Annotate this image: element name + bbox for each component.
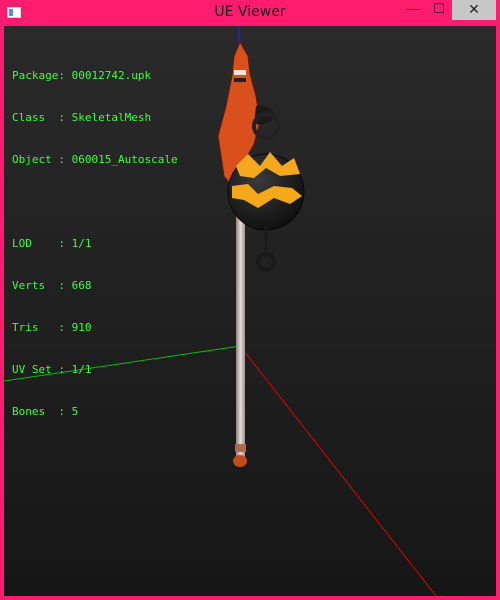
3d-viewport[interactable]: Package: 00012742.upk Class : SkeletalMe…: [4, 26, 496, 596]
staff-shaft: [236, 216, 245, 461]
axis-x-line: [239, 345, 437, 596]
maximize-button[interactable]: ☐: [426, 0, 452, 20]
head-band-1: [234, 70, 246, 75]
minimize-button[interactable]: —: [400, 0, 426, 20]
staff-butt: [233, 455, 247, 467]
orb-pendant-ring: [256, 252, 276, 272]
title-bar[interactable]: UE Viewer — ☐ ✕: [0, 0, 500, 26]
verts-value: 668: [71, 279, 92, 292]
package-value: 00012742.upk: [71, 69, 152, 82]
close-button[interactable]: ✕: [452, 0, 496, 20]
app-window: UE Viewer — ☐ ✕ Package: 00012742.upk Cl…: [0, 0, 500, 600]
mesh-info-panel: Package: 00012742.upk Class : SkeletalMe…: [12, 41, 178, 447]
package-label: Package:: [12, 69, 65, 82]
object-label: Object :: [12, 153, 65, 166]
class-label: Class :: [12, 111, 65, 124]
lod-label: LOD :: [12, 237, 65, 250]
uvset-value: 1/1: [71, 363, 92, 376]
class-value: SkeletalMesh: [71, 111, 152, 124]
bones-value: 5: [71, 405, 79, 418]
tris-label: Tris :: [12, 321, 65, 334]
verts-label: Verts :: [12, 279, 65, 292]
head-band-2: [234, 78, 246, 82]
bones-label: Bones :: [12, 405, 65, 418]
object-value: 060015_Autoscale: [71, 153, 178, 166]
uvset-label: UV Set :: [12, 363, 65, 376]
lod-value: 1/1: [71, 237, 92, 250]
staff-ring: [235, 444, 246, 452]
tris-value: 910: [71, 321, 92, 334]
